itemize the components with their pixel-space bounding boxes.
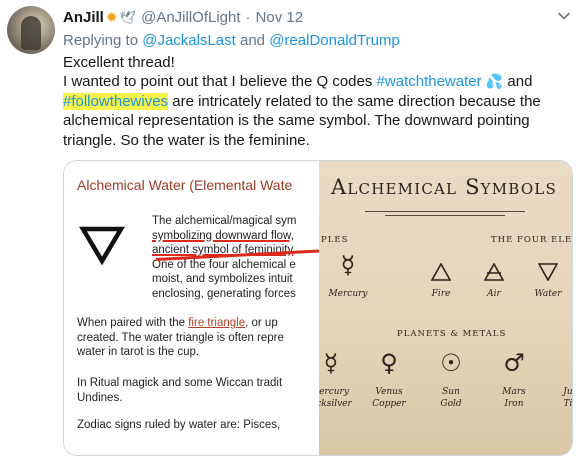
- paragraph-fire: When paired with the fire triangle, or u…: [77, 316, 284, 360]
- author-avatar[interactable]: [7, 6, 55, 54]
- paragraph-line: created. The water triangle is often rep…: [77, 331, 284, 344]
- tweet-text-segment: are intricately related to the same dire…: [168, 92, 541, 110]
- paragraph-line: Zodiac signs ruled by water are: Pisces,: [77, 419, 281, 431]
- paragraph-line: water in tarot is the cup.: [77, 346, 200, 359]
- mars-label: Mars: [502, 387, 526, 397]
- author-handle[interactable]: @AnJillOfLight: [141, 9, 240, 26]
- definition-line: moist, and symbolizes intuit: [152, 273, 293, 286]
- attached-image-card[interactable]: Alchemical Water (Elemental Wate The alc…: [63, 160, 573, 456]
- paragraph-ritual: In Ritual magick and some Wiccan tradit …: [77, 376, 282, 405]
- tweet-text-segment: I wanted to point out that I believe the…: [63, 73, 377, 91]
- fire-symbol-icon: [431, 263, 451, 281]
- reply-mention-2[interactable]: @realDonaldTrump: [269, 32, 400, 49]
- definition-line: enclosing, generating forces: [152, 287, 296, 300]
- header-separator: ·: [245, 9, 251, 26]
- tweet-text-line: triangle. So the water is the feminine.: [63, 131, 310, 149]
- sun-symbol-icon: ☉: [440, 349, 462, 377]
- section-label-planets-metals: PLANETS & METALS: [397, 329, 507, 339]
- mars-symbol-icon: ♂: [503, 349, 525, 377]
- ornament-rule: [365, 211, 525, 212]
- tin-label: Ti: [563, 399, 573, 409]
- author-name[interactable]: AnJill: [63, 9, 104, 26]
- hashtag-watchthewater[interactable]: #watchthewater: [377, 73, 482, 90]
- ornament-rule: [385, 215, 505, 216]
- paragraph-segment: When paired with the: [77, 317, 189, 329]
- dove-emoji-icon: 🕊: [119, 9, 137, 25]
- tweet-text: Excellent thread! I wanted to point out …: [63, 53, 575, 150]
- sweat-droplets-emoji-icon: 💦: [485, 73, 504, 90]
- mercury-symbol-icon: ☿: [323, 349, 339, 377]
- paragraph-line: In Ritual magick and some Wiccan tradit: [77, 377, 283, 389]
- screenshot-right-pane: Alchemical Symbols PLES THE FOUR ELE ☿ M…: [319, 161, 573, 455]
- quicksilver-label: cksilver: [319, 399, 352, 409]
- definition-line: symbolizing downward flow,: [152, 229, 294, 242]
- venus-label: Venus: [375, 387, 403, 397]
- air-label: Air: [487, 289, 501, 299]
- screenshot-left-pane: Alchemical Water (Elemental Wate The alc…: [64, 161, 319, 455]
- tweet-text-line: Excellent thread!: [63, 54, 175, 71]
- tweet-text-line: #followthewives are intricately related …: [63, 92, 575, 111]
- paragraph-segment: , or up: [245, 317, 278, 329]
- copper-label: Copper: [372, 399, 406, 409]
- definition-line: The alchemical/magical sym: [152, 215, 297, 227]
- chevron-down-icon[interactable]: [557, 9, 571, 23]
- water-triangle-icon: [79, 226, 125, 265]
- tweet-text-segment: and: [503, 73, 533, 91]
- mercury-planet-label: ercury: [319, 387, 349, 397]
- water-symbol-icon: [538, 263, 558, 281]
- venus-symbol-icon: ♀: [380, 349, 398, 377]
- section-label-elements-left: PLES: [321, 235, 349, 245]
- card-left-title: Alchemical Water (Elemental Wate: [77, 177, 293, 193]
- paragraph-zodiac: Zodiac signs ruled by water are: Pisces,: [77, 418, 280, 433]
- reply-mention-1[interactable]: @JackalsLast: [142, 32, 236, 49]
- jupiter-label: Ju: [563, 387, 573, 397]
- sun-emoji-icon: ✹: [105, 9, 118, 25]
- replying-to: Replying to @JackalsLast and @realDonald…: [63, 32, 400, 49]
- gold-label: Gold: [440, 399, 462, 409]
- mercury-symbol-icon: ☿: [340, 251, 356, 279]
- tweet-header: AnJill ✹ 🕊 @AnJillOfLight · Nov 12: [63, 9, 303, 26]
- sun-label: Sun: [442, 387, 460, 397]
- fire-label: Fire: [431, 289, 451, 299]
- definition-line: One of the four alchemical e: [152, 258, 296, 271]
- hashtag-followthewives[interactable]: #followthewives: [63, 92, 169, 110]
- tweet-text-line: alchemical representation is the same sy…: [63, 112, 530, 130]
- replying-prefix: Replying to: [63, 32, 139, 49]
- water-label: Water: [534, 289, 562, 299]
- tweet-text-line: I wanted to point out that I believe the…: [63, 72, 575, 91]
- card-right-title: Alchemical Symbols: [331, 175, 557, 199]
- iron-label: Iron: [504, 399, 524, 409]
- air-symbol-icon: [484, 263, 504, 281]
- tweet-date[interactable]: Nov 12: [256, 9, 304, 26]
- section-label-four-elements: THE FOUR ELE: [491, 235, 573, 245]
- paragraph-line: Undines.: [77, 391, 123, 404]
- fire-triangle-link: fire triangle: [188, 317, 246, 329]
- replying-and: and: [240, 32, 266, 49]
- mercury-label: Mercury: [328, 289, 368, 299]
- paragraph-line: When paired with the fire triangle, or u…: [77, 316, 284, 331]
